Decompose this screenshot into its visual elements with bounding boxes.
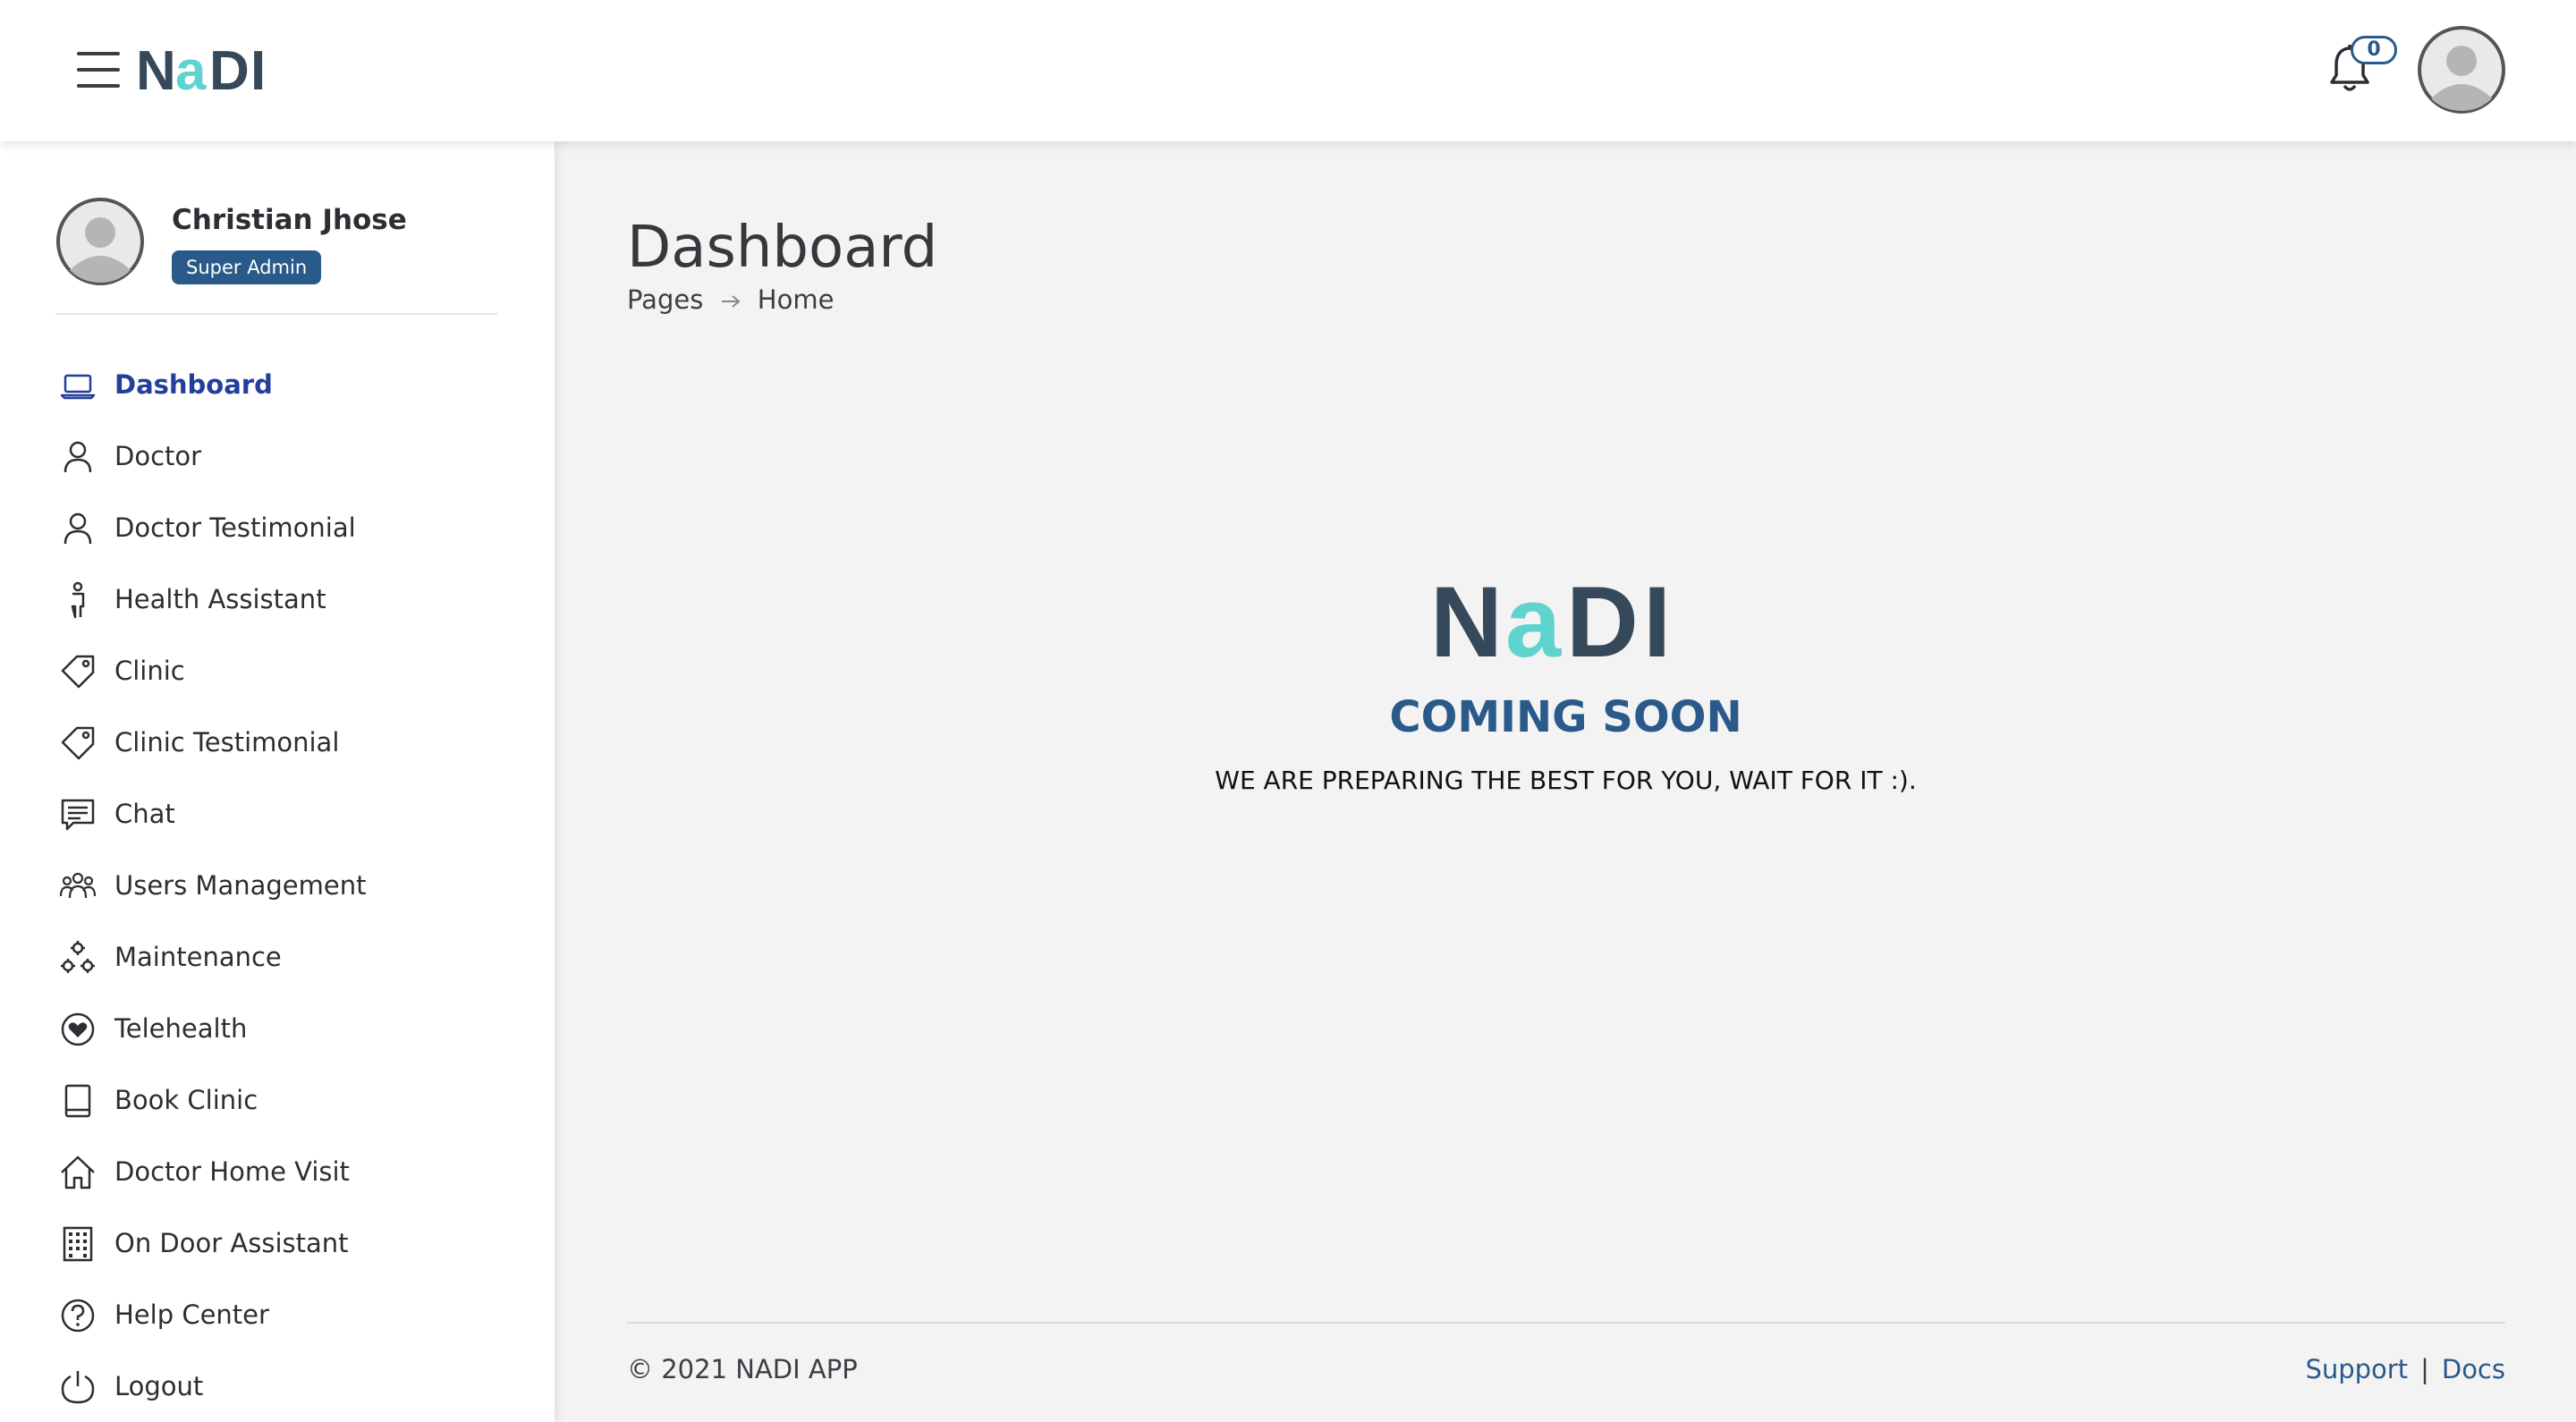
sidebar-item-label: Telehealth bbox=[114, 1013, 248, 1044]
sidebar-item-label: Chat bbox=[114, 799, 175, 829]
sidebar-item-dashboard[interactable]: Dashboard bbox=[0, 349, 555, 420]
nadi-logo[interactable]: N a D I bbox=[136, 45, 288, 95]
sidebar-item-label: On Door Assistant bbox=[114, 1228, 349, 1258]
person-standing-icon bbox=[71, 581, 85, 619]
sidebar-item-label: Doctor Testimonial bbox=[114, 512, 356, 543]
breadcrumb-home[interactable]: Home bbox=[758, 284, 835, 315]
sidebar-item-users-management[interactable]: Users Management bbox=[0, 850, 555, 921]
sidebar-item-health-assistant[interactable]: Health Assistant bbox=[0, 563, 555, 635]
laptop-icon bbox=[60, 374, 96, 400]
sidebar-item-label: Users Management bbox=[114, 870, 367, 901]
breadcrumb: Pages Home bbox=[627, 284, 834, 315]
sidebar: Christian Jhose Super Admin Dashboard Do… bbox=[0, 141, 555, 1422]
coming-soon-heading: COMING SOON bbox=[1389, 692, 1742, 742]
svg-text:D: D bbox=[209, 45, 250, 95]
sidebar-item-label: Doctor Home Visit bbox=[114, 1156, 350, 1187]
nadi-large-logo: N a D I bbox=[1430, 578, 1671, 664]
svg-text:a: a bbox=[1505, 578, 1562, 664]
profile-name: Christian Jhose bbox=[172, 204, 407, 236]
sidebar-item-telehealth[interactable]: Telehealth bbox=[0, 993, 555, 1064]
building-icon bbox=[63, 1226, 93, 1262]
sidebar-item-label: Dashboard bbox=[114, 369, 273, 400]
svg-text:I: I bbox=[1643, 578, 1671, 664]
sidebar-item-label: Health Assistant bbox=[114, 584, 326, 614]
sidebar-item-label: Help Center bbox=[114, 1299, 269, 1330]
tag-icon bbox=[61, 726, 95, 760]
profile-avatar[interactable] bbox=[55, 197, 145, 286]
sidebar-item-label: Doctor bbox=[114, 441, 202, 471]
sidebar-item-chat[interactable]: Chat bbox=[0, 778, 555, 850]
sidebar-item-label: Book Clinic bbox=[114, 1085, 258, 1115]
arrow-right-icon bbox=[721, 295, 741, 308]
breadcrumb-pages[interactable]: Pages bbox=[627, 284, 703, 315]
menu-toggle-icon[interactable] bbox=[77, 52, 120, 88]
footer-support-link[interactable]: Support bbox=[2305, 1354, 2408, 1384]
sidebar-divider bbox=[55, 313, 497, 315]
notification-count-badge[interactable]: 0 bbox=[2351, 36, 2397, 64]
footer-copyright: © 2021 NADI APP bbox=[627, 1354, 858, 1384]
svg-text:I: I bbox=[250, 45, 266, 95]
sidebar-item-doctor-testimonial[interactable]: Doctor Testimonial bbox=[0, 492, 555, 563]
chat-icon bbox=[61, 799, 95, 831]
sidebar-item-on-door-assistant[interactable]: On Door Assistant bbox=[0, 1207, 555, 1279]
person-icon bbox=[64, 512, 92, 545]
footer-divider bbox=[627, 1322, 2505, 1324]
svg-text:N: N bbox=[136, 45, 176, 95]
people-icon bbox=[59, 872, 97, 899]
question-circle-icon bbox=[61, 1299, 95, 1333]
sidebar-item-label: Logout bbox=[114, 1371, 204, 1401]
sidebar-item-maintenance[interactable]: Maintenance bbox=[0, 921, 555, 993]
tag-icon bbox=[61, 655, 95, 689]
gears-icon bbox=[61, 941, 95, 973]
footer-docs-link[interactable]: Docs bbox=[2442, 1354, 2505, 1384]
sidebar-item-label: Clinic bbox=[114, 656, 185, 686]
coming-soon-subtitle: WE ARE PREPARING THE BEST FOR YOU, WAIT … bbox=[1215, 766, 1917, 795]
role-badge: Super Admin bbox=[172, 250, 322, 284]
book-icon bbox=[64, 1084, 91, 1118]
footer-separator: | bbox=[2420, 1354, 2429, 1384]
power-icon bbox=[61, 1371, 95, 1404]
svg-text:N: N bbox=[1430, 578, 1503, 664]
sidebar-item-help-center[interactable]: Help Center bbox=[0, 1279, 555, 1350]
user-avatar[interactable] bbox=[2417, 25, 2506, 114]
sidebar-item-label: Maintenance bbox=[114, 942, 282, 972]
sidebar-item-label: Clinic Testimonial bbox=[114, 727, 340, 758]
svg-text:a: a bbox=[175, 45, 207, 95]
svg-text:D: D bbox=[1566, 578, 1639, 664]
top-header: N a D I 0 bbox=[0, 0, 2576, 141]
heart-circle-icon bbox=[61, 1012, 95, 1046]
person-icon bbox=[64, 441, 92, 473]
sidebar-item-doctor[interactable]: Doctor bbox=[0, 420, 555, 492]
sidebar-item-book-clinic[interactable]: Book Clinic bbox=[0, 1064, 555, 1136]
page-title: Dashboard bbox=[627, 215, 938, 281]
sidebar-item-doctor-home-visit[interactable]: Doctor Home Visit bbox=[0, 1136, 555, 1207]
profile-card: Christian Jhose Super Admin bbox=[55, 197, 497, 315]
house-icon bbox=[61, 1155, 95, 1189]
sidebar-item-clinic-testimonial[interactable]: Clinic Testimonial bbox=[0, 707, 555, 778]
footer-links: Support | Docs bbox=[2305, 1354, 2505, 1384]
sidebar-item-clinic[interactable]: Clinic bbox=[0, 635, 555, 707]
sidebar-item-logout[interactable]: Logout bbox=[0, 1350, 555, 1422]
main-content: Dashboard Pages Home N a D I COMING SOON… bbox=[555, 141, 2576, 1422]
